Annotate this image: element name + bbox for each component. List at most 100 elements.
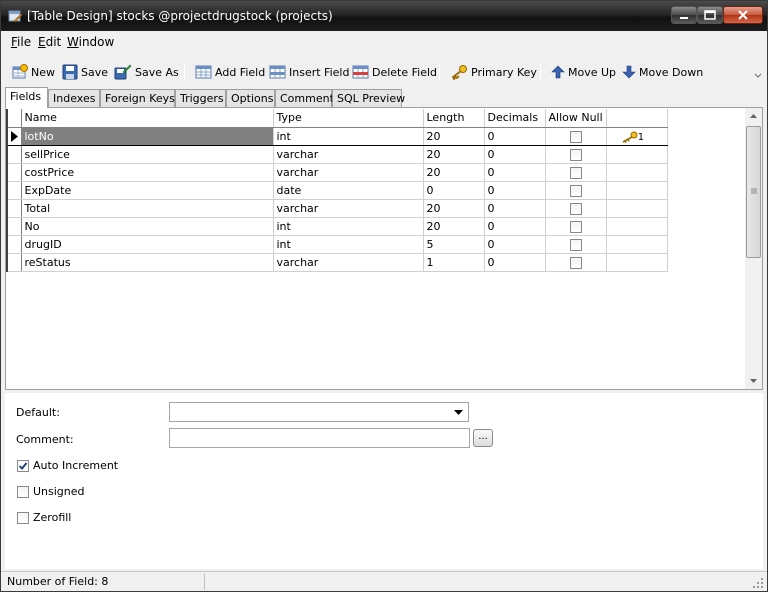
scroll-down-arrow-icon[interactable] (745, 372, 762, 389)
field-name-cell[interactable]: lotNo (21, 126, 274, 146)
menu-edit[interactable]: Edit (38, 35, 61, 49)
field-name-cell[interactable]: ExpDate (21, 181, 274, 200)
field-decimals-cell[interactable]: 0 (484, 181, 546, 200)
field-decimals-cell[interactable]: 0 (484, 199, 546, 218)
field-type-cell[interactable]: varchar (273, 199, 424, 218)
field-decimals-cell[interactable]: 0 (484, 217, 546, 236)
menu-file[interactable]: File (11, 35, 31, 49)
table-row[interactable]: costPrice varchar 20 0 (6, 163, 668, 182)
tab-sql-preview[interactable]: SQL Preview (332, 89, 405, 107)
title-bar[interactable]: [Table Design] stocks @projectdrugstock … (1, 1, 767, 31)
field-name-cell[interactable]: reStatus (21, 253, 274, 272)
column-header-type[interactable]: Type (273, 109, 424, 128)
field-length-cell[interactable]: 5 (423, 235, 485, 254)
field-length-cell[interactable]: 20 (423, 199, 485, 218)
field-name-cell[interactable]: drugID (21, 235, 274, 254)
maximize-button[interactable] (697, 6, 723, 24)
column-header-length[interactable]: Length (423, 109, 485, 128)
save-button[interactable]: Save (62, 61, 108, 83)
tab-options[interactable]: Options (226, 89, 275, 107)
grid-vertical-scrollbar[interactable] (745, 108, 762, 389)
allow-null-checkbox[interactable] (569, 256, 582, 269)
auto-increment-option[interactable]: Auto Increment (17, 459, 118, 472)
scrollbar-thumb[interactable] (746, 126, 761, 258)
table-row[interactable]: reStatus varchar 1 0 (6, 253, 668, 272)
column-header-decimals[interactable]: Decimals (484, 109, 546, 128)
save-as-button[interactable]: Save As (114, 61, 179, 83)
key-cell (606, 217, 668, 236)
minimize-button[interactable] (671, 6, 697, 24)
field-type-cell[interactable]: int (273, 217, 424, 236)
allow-null-checkbox[interactable] (569, 202, 582, 215)
field-decimals-cell[interactable]: 0 (484, 126, 546, 146)
new-label: New (31, 65, 55, 79)
field-length-cell[interactable]: 20 (423, 217, 485, 236)
field-type-cell[interactable]: int (273, 235, 424, 254)
default-combobox[interactable] (169, 402, 469, 422)
allow-null-checkbox[interactable] (569, 148, 582, 161)
field-decimals-cell[interactable]: 0 (484, 235, 546, 254)
field-length-cell[interactable]: 20 (423, 163, 485, 182)
new-button[interactable]: New (12, 61, 55, 83)
field-length-cell[interactable]: 1 (423, 253, 485, 272)
unsigned-checkbox[interactable] (17, 485, 29, 498)
tab-indexes[interactable]: Indexes (48, 89, 100, 107)
field-name-cell[interactable]: sellPrice (21, 145, 274, 164)
menu-window[interactable]: Window (67, 35, 114, 49)
move-down-button[interactable]: Move Down (622, 61, 703, 83)
allow-null-checkbox[interactable] (569, 220, 582, 233)
field-length-cell[interactable]: 20 (423, 126, 485, 146)
insert-field-button[interactable]: Insert Field (269, 61, 349, 83)
zerofill-checkbox[interactable] (17, 511, 29, 524)
table-row[interactable]: sellPrice varchar 20 0 (6, 145, 668, 164)
add-field-icon (195, 65, 212, 79)
column-header-key[interactable] (606, 109, 668, 128)
tab-comment[interactable]: Comment (275, 89, 334, 107)
scroll-up-arrow-icon[interactable] (745, 108, 762, 125)
tab-fields[interactable]: Fields (5, 87, 48, 108)
add-field-label: Add Field (215, 65, 266, 79)
key-cell (606, 181, 668, 200)
tab-foreign-keys[interactable]: Foreign Keys (100, 89, 175, 107)
auto-increment-checkbox[interactable] (17, 459, 29, 472)
allow-null-checkbox[interactable] (569, 184, 582, 197)
menu-window-label: indow (78, 35, 115, 49)
move-up-button[interactable]: Move Up (551, 61, 616, 83)
unsigned-option[interactable]: Unsigned (17, 485, 85, 498)
allow-null-checkbox[interactable] (569, 166, 582, 179)
table-row[interactable]: ExpDate date 0 0 (6, 181, 668, 200)
field-type-cell[interactable]: int (273, 126, 424, 146)
close-button[interactable] (723, 6, 763, 24)
field-name-cell[interactable]: No (21, 217, 274, 236)
field-type-cell[interactable]: date (273, 181, 424, 200)
comment-ellipsis-button[interactable]: ... (473, 429, 493, 447)
primary-key-button[interactable]: Primary Key (450, 61, 537, 83)
field-type-cell[interactable]: varchar (273, 163, 424, 182)
field-decimals-cell[interactable]: 0 (484, 163, 546, 182)
field-type-cell[interactable]: varchar (273, 145, 424, 164)
field-decimals-cell[interactable]: 0 (484, 253, 546, 272)
tab-triggers[interactable]: Triggers (175, 89, 226, 107)
comment-field[interactable] (169, 428, 470, 448)
field-length-cell[interactable]: 0 (423, 181, 485, 200)
field-name-cell[interactable]: Total (21, 199, 274, 218)
table-row[interactable]: No int 20 0 (6, 217, 668, 236)
add-field-button[interactable]: Add Field (195, 61, 265, 83)
table-row[interactable]: drugID int 5 0 (6, 235, 668, 254)
field-length-cell[interactable]: 20 (423, 145, 485, 164)
table-row[interactable]: lotNo int 20 0 1 (6, 126, 668, 146)
field-decimals-cell[interactable]: 0 (484, 145, 546, 164)
allow-null-checkbox[interactable] (569, 130, 582, 143)
allow-null-checkbox[interactable] (569, 238, 582, 251)
column-header-allow-null[interactable]: Allow Null (545, 109, 607, 128)
key-cell: 1 (606, 126, 668, 146)
field-type-cell[interactable]: varchar (273, 253, 424, 272)
table-row[interactable]: Total varchar 20 0 (6, 199, 668, 218)
delete-field-button[interactable]: Delete Field (352, 61, 437, 83)
resize-grip-icon[interactable] (752, 577, 764, 589)
menu-bar: File Edit Window (1, 31, 767, 53)
field-name-cell[interactable]: costPrice (21, 163, 274, 182)
zerofill-option[interactable]: Zerofill (17, 511, 71, 524)
toolbar-overflow-chevron-icon[interactable] (754, 71, 762, 79)
column-header-name[interactable]: Name (21, 109, 274, 128)
